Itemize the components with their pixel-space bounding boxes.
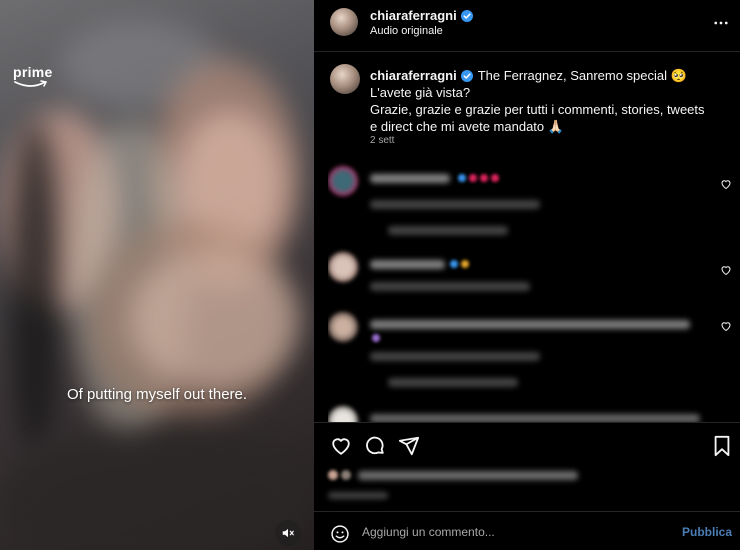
post-panel: chiaraferragni Audio originale chiarafer… <box>314 0 740 550</box>
comment-input[interactable] <box>362 522 662 542</box>
share-icon[interactable] <box>398 435 420 457</box>
video-subtitle: Of putting myself out there. <box>66 386 248 403</box>
add-comment-bar: Pubblica <box>314 512 740 550</box>
post-timestamp: 2 sett <box>370 135 395 146</box>
comment-meta <box>370 200 540 209</box>
post-header: chiaraferragni Audio originale <box>314 0 740 52</box>
comment-text <box>370 414 700 422</box>
comment-emoji <box>372 334 380 342</box>
comment-username[interactable] <box>370 174 450 183</box>
comment-meta <box>370 282 530 291</box>
caption-line-2: L'avete già vista? <box>370 85 471 100</box>
likes-date <box>328 492 388 499</box>
verified-badge-icon <box>460 70 473 82</box>
comment-meta <box>370 352 540 361</box>
liker-avatars <box>328 470 351 480</box>
mute-icon <box>282 528 294 538</box>
more-options-icon[interactable] <box>712 14 730 32</box>
verified-badge-icon <box>460 9 473 22</box>
view-replies[interactable] <box>388 378 518 387</box>
avatar[interactable] <box>330 8 358 36</box>
avatar[interactable] <box>328 406 358 422</box>
publish-button[interactable]: Pubblica <box>682 525 732 539</box>
emoji-icon[interactable] <box>330 524 350 544</box>
heart-icon[interactable] <box>330 435 352 457</box>
caption-line-1: The Ferragnez, Sanremo special 🥺 <box>477 68 687 83</box>
comment-emoji <box>450 260 469 268</box>
avatar[interactable] <box>328 252 358 282</box>
comment-list[interactable] <box>328 160 740 422</box>
caption-username[interactable]: chiaraferragni <box>370 68 457 83</box>
prime-smile-logo <box>14 80 48 87</box>
avatar[interactable] <box>328 166 358 196</box>
avatar[interactable] <box>328 312 358 342</box>
header-username[interactable]: chiaraferragni <box>370 8 457 23</box>
caption-avatar[interactable] <box>330 64 360 94</box>
bookmark-icon[interactable] <box>712 435 732 457</box>
comment-text <box>370 320 690 329</box>
mute-button[interactable] <box>275 520 301 546</box>
view-replies[interactable] <box>388 226 508 235</box>
comment-username[interactable] <box>370 260 445 269</box>
comment-like-icon[interactable] <box>720 320 732 332</box>
action-bar <box>314 422 740 462</box>
likes-text <box>358 471 578 480</box>
comment-like-icon[interactable] <box>720 178 732 190</box>
caption-line-3: Grazie, grazie e grazie per tutti i comm… <box>370 102 705 134</box>
audio-link[interactable]: Audio originale <box>370 25 443 37</box>
comment-emoji <box>458 174 499 182</box>
video-hand-highlight <box>130 250 300 390</box>
comment-like-icon[interactable] <box>720 264 732 276</box>
post-video[interactable]: prime Of putting myself out there. <box>0 0 314 550</box>
video-bottom-shadow <box>0 430 314 550</box>
prime-logo: prime <box>13 64 53 80</box>
comment-icon[interactable] <box>364 435 386 457</box>
